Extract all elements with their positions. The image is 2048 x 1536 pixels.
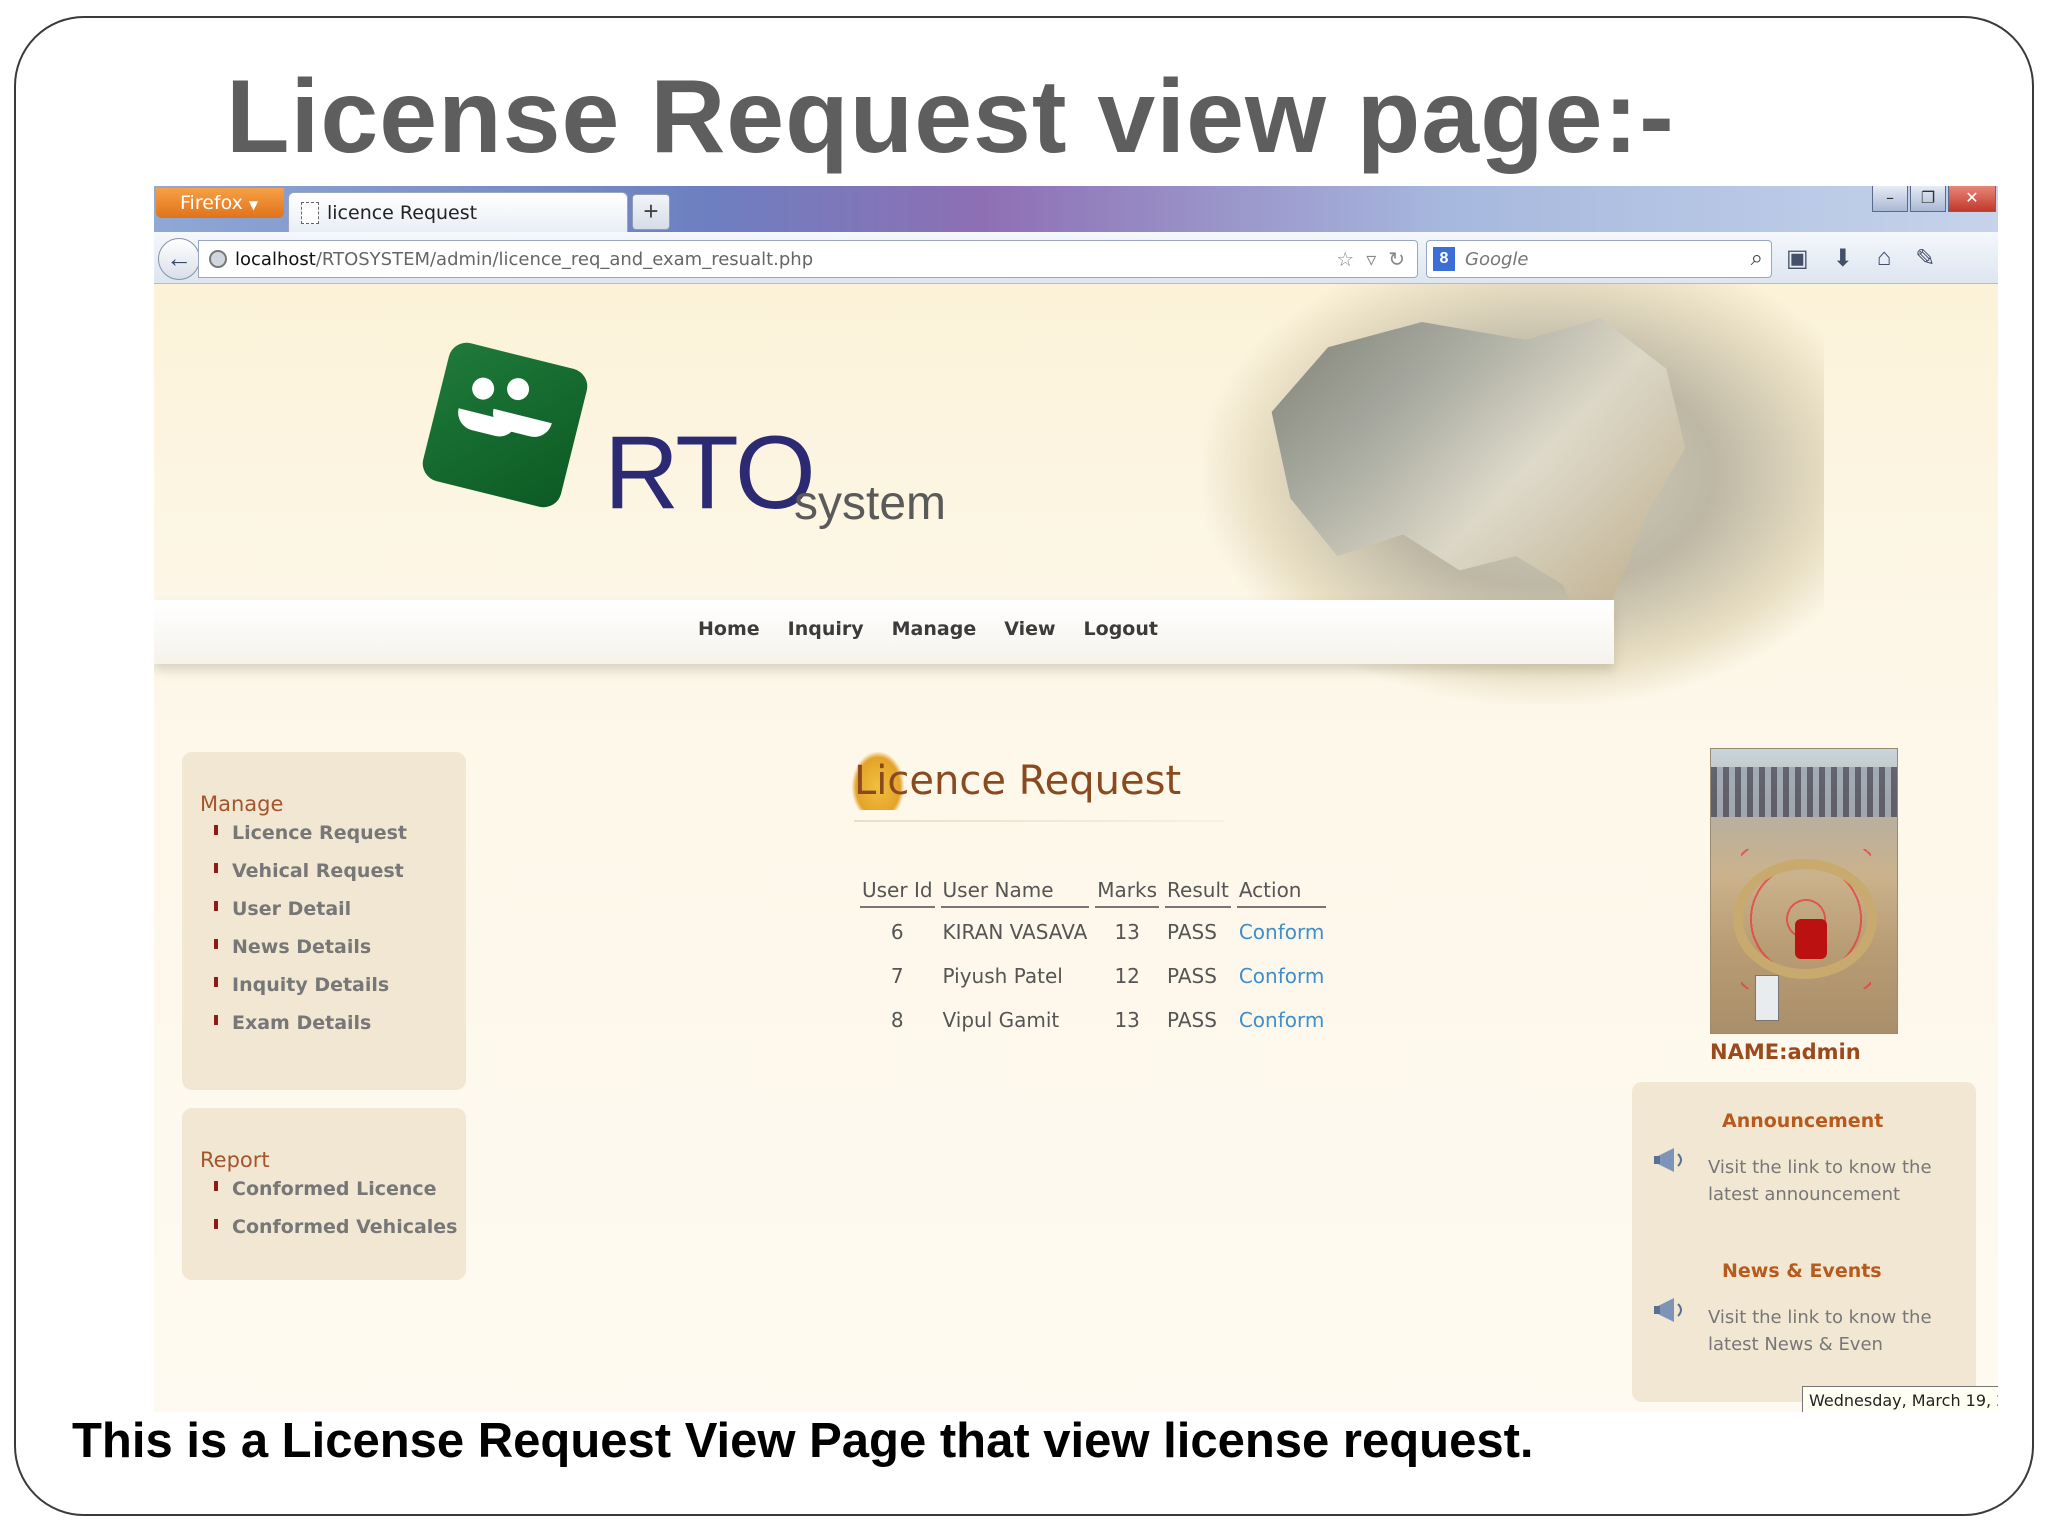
addon-icon[interactable]: ✎ <box>1915 244 1935 273</box>
chevron-down-icon: ▼ <box>248 198 259 212</box>
cell-user-id: 6 <box>890 920 904 944</box>
tab-licence-request[interactable]: licence Request <box>288 192 628 232</box>
sidebar-report-heading: Report <box>200 1148 270 1172</box>
search-engine-icon[interactable]: 8 <box>1433 247 1455 271</box>
date-tooltip: Wednesday, March 19, 20 <box>1802 1386 1998 1412</box>
new-tab-button[interactable]: + <box>632 194 670 230</box>
megaphone-icon <box>1654 1298 1682 1322</box>
page-title: Licence Request <box>854 758 1182 804</box>
url-tools: ☆ ▿ ↻ <box>1336 247 1405 272</box>
cell-user-id: 7 <box>890 964 904 988</box>
sidebar-item-conformed-vehicales[interactable]: Conformed Vehicales <box>214 1216 466 1238</box>
menu-manage[interactable]: Manage <box>892 618 977 640</box>
back-button[interactable]: ← <box>158 238 200 280</box>
bookmarks-icon[interactable]: ▣ <box>1786 244 1809 273</box>
sidebar-manage: Manage Licence Request Vehical Request U… <box>182 752 466 1090</box>
column-header-action: Action <box>1236 878 1327 908</box>
right-info-panel: Announcement Visit the link to know the … <box>1632 1082 1976 1402</box>
cell-user-name: Vipul Gamit <box>942 1008 1060 1032</box>
search-placeholder: Google <box>1465 248 1529 270</box>
url-host: localhost <box>235 248 316 270</box>
url-bar[interactable]: localhost/RTOSYSTEM/admin/licence_req_an… <box>198 240 1418 278</box>
url-text: localhost/RTOSYSTEM/admin/licence_req_an… <box>235 249 813 270</box>
table-header-row: User Id User Name Marks Result Action <box>860 878 1327 908</box>
licence-request-table: User Id User Name Marks Result Action 6 … <box>854 878 1332 1040</box>
table-row: 7 Piyush Patel 12 PASS Conform <box>860 952 1326 996</box>
sidebar-item-conformed-licence[interactable]: Conformed Licence <box>214 1178 466 1200</box>
conform-link[interactable]: Conform <box>1237 996 1327 1040</box>
column-header-result: Result <box>1165 878 1231 908</box>
minimize-button[interactable]: – <box>1872 186 1908 212</box>
cell-user-name: Piyush Patel <box>942 964 1063 988</box>
sidebar-item-news-details[interactable]: News Details <box>214 936 466 958</box>
web-page: RTO system Home Inquiry Manage View Logo… <box>154 284 1998 1412</box>
title-divider <box>854 820 1224 822</box>
globe-icon <box>209 250 227 268</box>
toolbar-icons: ▣ ⬇ ⌂ ✎ <box>1786 244 1935 273</box>
user-name-label: NAME:admin <box>1710 1040 1861 1064</box>
announcement-heading[interactable]: Announcement <box>1722 1110 1883 1132</box>
news-text: Visit the link to know the latest News &… <box>1708 1307 1932 1355</box>
conform-link[interactable]: Conform <box>1237 908 1327 952</box>
table-row: 8 Vipul Gamit 13 PASS Conform <box>860 996 1326 1040</box>
sidebar-item-exam-details[interactable]: Exam Details <box>214 1012 466 1034</box>
bookmark-star-icon[interactable]: ☆ <box>1336 247 1354 272</box>
restore-button[interactable]: ❐ <box>1910 186 1946 212</box>
cell-marks: 13 <box>1114 1008 1140 1032</box>
main-menu: Home Inquiry Manage View Logout <box>154 600 1614 664</box>
home-icon[interactable]: ⌂ <box>1877 244 1892 273</box>
cell-marks: 12 <box>1114 964 1140 988</box>
download-icon[interactable]: ⬇ <box>1833 244 1853 273</box>
firefox-menu-label: Firefox <box>180 192 243 214</box>
conform-link[interactable]: Conform <box>1237 952 1327 996</box>
window-controls: – ❐ ✕ <box>1872 186 1996 212</box>
slide-caption: This is a License Request View Page that… <box>72 1414 1534 1468</box>
sidebar-report: Report Conformed Licence Conformed Vehic… <box>182 1108 466 1280</box>
cell-user-id: 8 <box>890 1008 904 1032</box>
firefox-menu-button[interactable]: Firefox ▼ <box>156 188 284 218</box>
rto-logo-icon <box>418 338 592 512</box>
cell-user-name: KIRAN VASAVA <box>942 920 1088 944</box>
news-heading[interactable]: News & Events <box>1722 1260 1882 1282</box>
column-header-user-name: User Name <box>940 878 1090 908</box>
dropdown-arrow-icon[interactable]: ▿ <box>1366 247 1376 272</box>
cell-result: PASS <box>1167 920 1217 944</box>
logo-text-sub: system <box>794 477 947 530</box>
table-row: 6 KIRAN VASAVA 13 PASS Conform <box>860 908 1326 952</box>
navigation-bar: ← localhost/RTOSYSTEM/admin/licence_req_… <box>154 232 1998 284</box>
menu-logout[interactable]: Logout <box>1084 618 1158 640</box>
sidebar-item-vehical-request[interactable]: Vehical Request <box>214 860 466 882</box>
menu-view[interactable]: View <box>1004 618 1055 640</box>
menu-inquiry[interactable]: Inquiry <box>788 618 864 640</box>
url-path: /RTOSYSTEM/admin/licence_req_and_exam_re… <box>315 248 814 270</box>
cell-result: PASS <box>1167 1008 1217 1032</box>
tab-bar: Firefox ▼ licence Request + – ❐ ✕ <box>154 186 1998 232</box>
sidebar-item-licence-request[interactable]: Licence Request <box>214 822 466 844</box>
search-icon[interactable]: ⌕ <box>1751 245 1763 271</box>
sidebar-item-inquity-details[interactable]: Inquity Details <box>214 974 466 996</box>
reload-icon[interactable]: ↻ <box>1388 247 1405 272</box>
megaphone-icon <box>1654 1148 1682 1172</box>
browser-window: Firefox ▼ licence Request + – ❐ ✕ ← local… <box>154 186 1998 1412</box>
logo-text-main: RTO <box>604 415 816 531</box>
driving-test-photo <box>1710 748 1898 1034</box>
menu-home[interactable]: Home <box>698 618 760 640</box>
cell-marks: 13 <box>1114 920 1140 944</box>
close-button[interactable]: ✕ <box>1948 186 1996 212</box>
search-bar[interactable]: 8 Google ⌕ <box>1426 240 1772 278</box>
column-header-user-id: User Id <box>860 878 935 908</box>
cell-result: PASS <box>1167 964 1217 988</box>
sidebar-item-user-detail[interactable]: User Detail <box>214 898 466 920</box>
sidebar-manage-heading: Manage <box>200 792 284 816</box>
announcement-text: Visit the link to know the latest announ… <box>1708 1157 1932 1205</box>
page-icon <box>301 201 319 224</box>
column-header-marks: Marks <box>1095 878 1160 908</box>
tab-label: licence Request <box>327 201 478 224</box>
slide-title: License Request view page:- <box>226 59 1675 175</box>
